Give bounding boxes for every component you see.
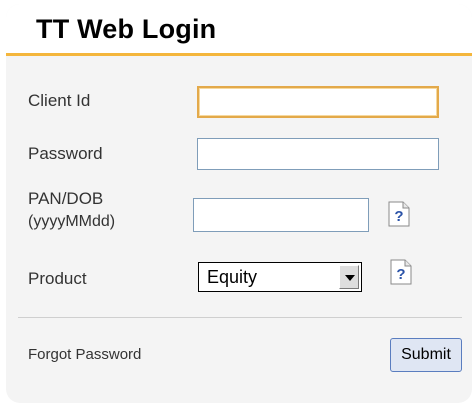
pan-dob-label-line1: PAN/DOB: [28, 189, 104, 208]
help-glyph: ?: [396, 266, 405, 283]
client-id-label: Client Id: [28, 91, 91, 110]
page-title: TT Web Login: [36, 14, 217, 44]
product-label: Product: [28, 269, 87, 288]
forgot-password-link[interactable]: Forgot Password: [28, 346, 141, 363]
client-id-input[interactable]: [197, 86, 439, 118]
product-select[interactable]: Equity: [198, 262, 362, 292]
divider: [18, 317, 462, 318]
product-help-icon[interactable]: ?: [390, 259, 412, 285]
product-select-value: Equity: [207, 267, 258, 287]
password-input[interactable]: [197, 138, 439, 170]
submit-button[interactable]: Submit: [390, 338, 462, 372]
pan-dob-label-line2: (yyyyMMdd): [28, 212, 116, 230]
pan-dob-label: PAN/DOB (yyyyMMdd): [28, 188, 115, 233]
chevron-down-icon[interactable]: [339, 265, 359, 289]
password-label: Password: [28, 144, 103, 163]
pan-dob-input[interactable]: [193, 198, 369, 232]
help-glyph: ?: [394, 208, 403, 225]
title-bar: TT Web Login: [6, 4, 472, 56]
pan-dob-help-icon[interactable]: ?: [388, 201, 410, 227]
